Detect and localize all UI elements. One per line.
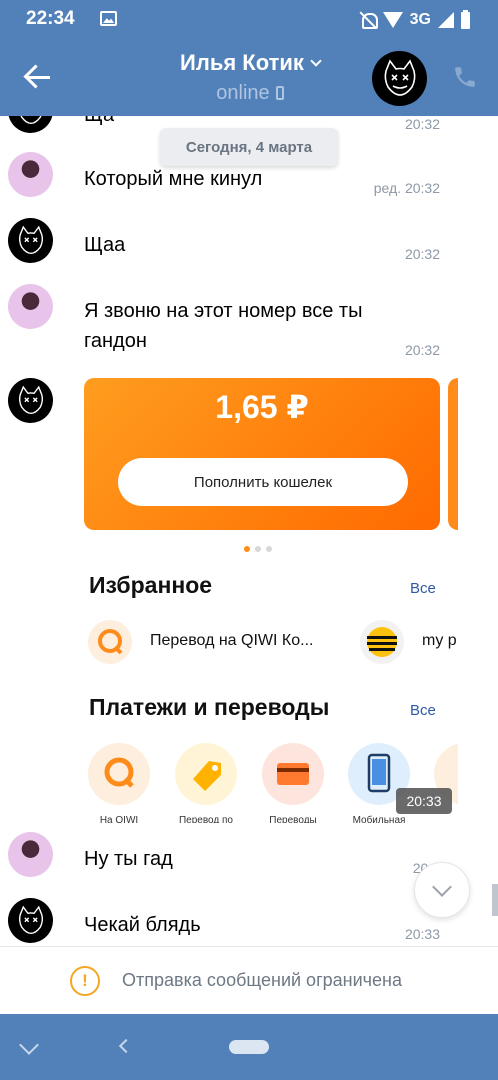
nav-back-icon[interactable]: [118, 1038, 134, 1054]
message-text: Который мне кинул: [84, 168, 263, 190]
chat-header: Илья Котик online: [0, 40, 498, 116]
favorites-title: Избранное: [89, 572, 213, 598]
wifi-icon: [382, 12, 403, 28]
favorites-all-link: Все: [410, 580, 436, 597]
message-time: 20:32: [404, 342, 440, 358]
qiwi-icon: [88, 743, 150, 805]
payment-label: Мобильная: [352, 815, 406, 823]
payment-label: На QIWI: [99, 815, 139, 823]
chat-title-block[interactable]: Илья Котик online: [100, 50, 400, 105]
payments-title: Платежи и переводы: [89, 694, 330, 720]
payments-all-link: Все: [410, 702, 436, 719]
message-time: 20:33: [404, 926, 440, 942]
cat-face-icon: [18, 225, 43, 254]
message-time: 20:32: [404, 116, 440, 132]
restriction-bar: ! Отправка сообщений ограничена: [0, 946, 498, 1014]
sender-avatar[interactable]: [8, 116, 53, 133]
payment-label: Р: [425, 815, 458, 823]
sender-avatar[interactable]: [8, 284, 53, 329]
sender-avatar[interactable]: [8, 218, 53, 263]
sender-avatar[interactable]: [8, 378, 53, 423]
photo-attachment[interactable]: 1,65 ₽ Пополнить кошелек Избранное Все П…: [84, 378, 458, 823]
sender-avatar[interactable]: [8, 832, 53, 877]
image-notification-icon: [100, 11, 117, 26]
message-text: Я звоню на этот номер все ты гандон: [84, 300, 363, 352]
chat-title: Илья Котик: [180, 50, 304, 75]
battery-icon: [461, 9, 470, 29]
payment-label: Переводы: [269, 815, 317, 823]
cat-face-icon: [18, 905, 43, 934]
message-text: Ну ты гад: [84, 848, 173, 870]
balance-amount: 1,65 ₽: [215, 389, 309, 425]
scroll-down-button[interactable]: [414, 862, 470, 918]
header-avatar[interactable]: [372, 51, 427, 106]
online-status: online: [216, 82, 270, 104]
status-bar: 22:34 3G: [0, 0, 498, 40]
message-time: 20:32: [404, 246, 440, 262]
chat-area[interactable]: Ща 20:32 Сегодня, 4 марта Который мне ки…: [0, 116, 498, 946]
signal-icon: [438, 12, 454, 28]
system-nav-bar: [0, 1014, 498, 1080]
balance-card: 1,65 ₽ Пополнить кошелек: [84, 378, 440, 530]
carousel-dots: [244, 546, 272, 552]
nav-home-pill[interactable]: [229, 1040, 269, 1054]
back-arrow-icon[interactable]: [22, 60, 56, 94]
cat-face-icon: [384, 58, 415, 96]
photo-time: 20:33: [396, 788, 452, 814]
message-text: Чекай блядь: [84, 914, 201, 936]
date-separator: Сегодня, 4 марта: [160, 128, 338, 166]
favorite-label: my p: [422, 632, 457, 649]
card-icon: [262, 743, 324, 805]
message-time: ред. 20:32: [373, 180, 440, 196]
mobile-icon: [275, 86, 284, 100]
scrollbar[interactable]: [492, 884, 498, 916]
sender-avatar[interactable]: [8, 152, 53, 197]
payment-label: Перевод по: [178, 815, 233, 823]
status-time: 22:34: [26, 8, 75, 29]
next-card: [448, 378, 458, 530]
cat-face-icon: [20, 116, 41, 124]
chevron-down-icon: [310, 55, 322, 67]
phone-call-icon[interactable]: [452, 64, 478, 90]
sender-avatar[interactable]: [8, 898, 53, 943]
network-type: 3G: [409, 11, 431, 28]
warning-icon: !: [70, 966, 100, 996]
message-text: Щаа: [84, 234, 126, 256]
status-icons: 3G: [360, 8, 470, 32]
tag-icon: [175, 743, 237, 805]
cat-face-icon: [18, 385, 43, 414]
qiwi-icon: [88, 620, 132, 664]
hide-keyboard-icon[interactable]: [19, 1035, 39, 1055]
beeline-icon: [360, 620, 404, 664]
favorite-label: Перевод на QIWI Ко...: [150, 632, 314, 649]
bell-off-icon: [360, 11, 378, 29]
topup-button: Пополнить кошелек: [118, 458, 408, 506]
restriction-text: Отправка сообщений ограничена: [122, 970, 402, 990]
